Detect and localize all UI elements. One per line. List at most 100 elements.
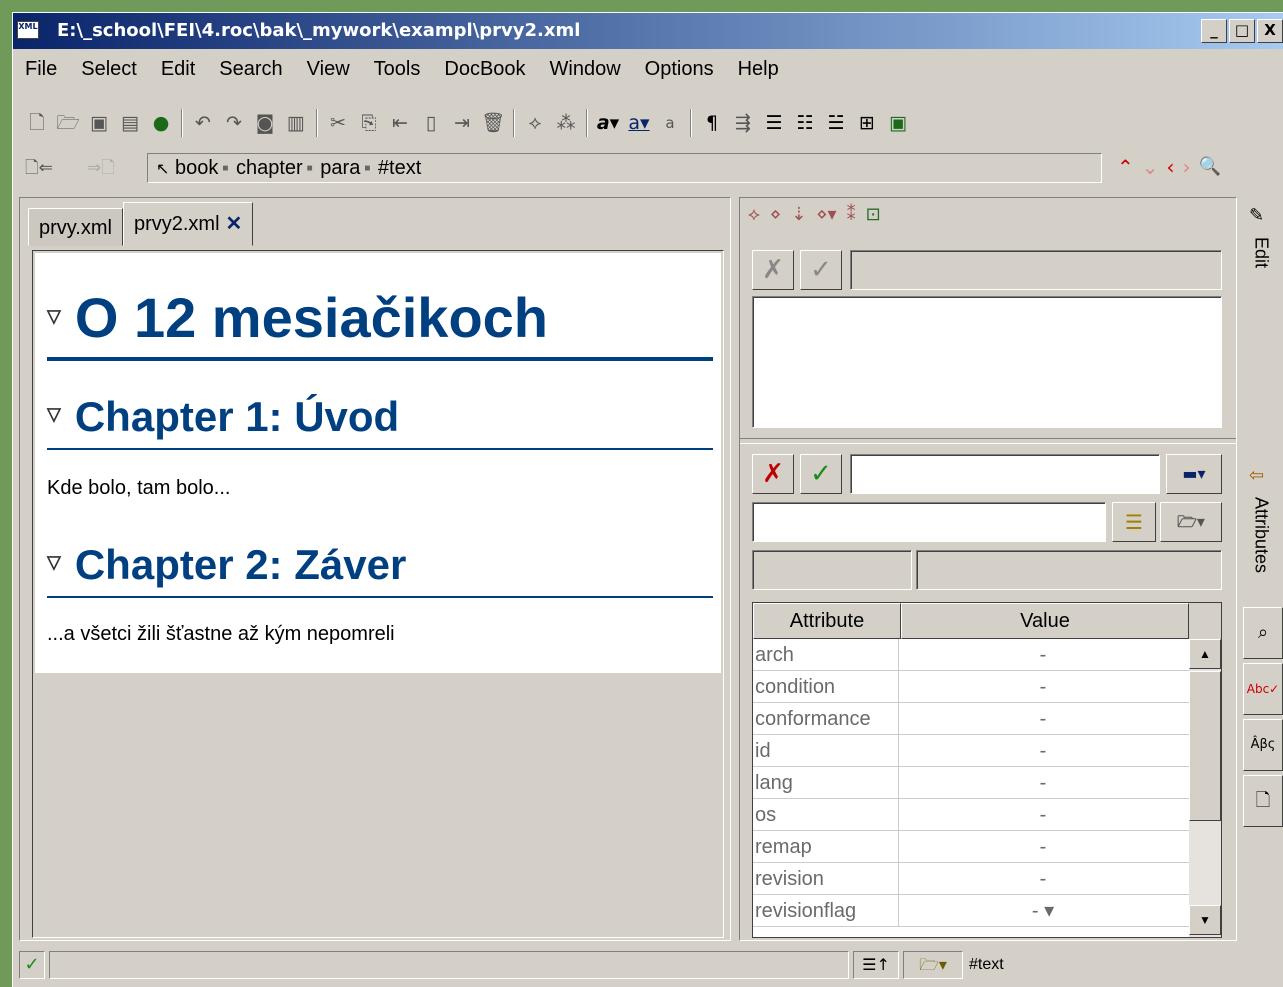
breadcrumb-chapter[interactable]: chapter: [236, 157, 303, 179]
new-document-icon[interactable]: 🗋: [23, 108, 51, 138]
search-icon[interactable]: 🔍: [1199, 153, 1221, 181]
bold-style-icon[interactable]: a▾: [594, 108, 622, 138]
select-parent-icon[interactable]: ⌃: [1117, 153, 1134, 181]
collapse-triangle-icon[interactable]: ▽: [47, 552, 61, 572]
chapter-title[interactable]: ▽ Chapter 2: Záver: [47, 537, 713, 598]
table-row[interactable]: lang -: [753, 767, 1221, 799]
redo-icon[interactable]: ↷: [220, 108, 248, 138]
reject-attribute-button[interactable]: ✗: [752, 454, 794, 494]
attribute-menu-dropdown[interactable]: ▬▾: [1166, 454, 1222, 494]
save-icon[interactable]: ▣: [85, 108, 113, 138]
paragraph[interactable]: ...a všetci žili šťastne až kým nepomrel…: [47, 623, 395, 646]
panel-splitter[interactable]: [740, 438, 1236, 444]
select-next-icon[interactable]: ›: [1183, 153, 1191, 181]
close-button[interactable]: X: [1257, 19, 1283, 43]
breadcrumb-text[interactable]: #text: [378, 157, 421, 179]
menu-view[interactable]: View: [295, 55, 362, 85]
plain-style-icon[interactable]: a: [656, 108, 684, 138]
document-icon[interactable]: ▥: [282, 108, 310, 138]
menu-edit[interactable]: Edit: [149, 55, 207, 85]
minimize-button[interactable]: _: [1201, 19, 1227, 43]
attribute-name-input[interactable]: [752, 502, 1106, 542]
copy-icon[interactable]: ⎘: [355, 108, 383, 138]
join-element-icon[interactable]: ⁂: [552, 108, 580, 138]
definition-list-icon[interactable]: ☱: [822, 108, 850, 138]
convert-element-icon[interactable]: ⁑: [847, 204, 856, 225]
scroll-thumb[interactable]: [1189, 671, 1221, 821]
back-icon[interactable]: 🗋⇐: [25, 155, 53, 184]
indent-icon[interactable]: ⇶: [729, 108, 757, 138]
table-icon[interactable]: ⊞: [853, 108, 881, 138]
validation-icon[interactable]: 🗋: [1243, 775, 1283, 827]
insert-after-icon[interactable]: ⋄▾: [816, 204, 836, 225]
paste-before-icon[interactable]: ⇤: [386, 108, 414, 138]
list-values-icon[interactable]: ☰: [1112, 502, 1156, 542]
find-icon[interactable]: ⌕: [1243, 607, 1283, 659]
collapse-triangle-icon[interactable]: ▽: [47, 306, 61, 326]
accept-attribute-button[interactable]: ✓: [800, 454, 842, 494]
edit-input[interactable]: [850, 250, 1222, 290]
cut-icon[interactable]: ✂: [324, 108, 352, 138]
table-row[interactable]: id -: [753, 735, 1221, 767]
insert-into-icon[interactable]: ⇣: [791, 204, 806, 225]
link-style-icon[interactable]: a▾: [625, 108, 653, 138]
select-previous-icon[interactable]: ‹: [1167, 153, 1175, 181]
chapter-title[interactable]: ▽ Chapter 1: Úvod: [47, 389, 713, 450]
spellcheck-icon[interactable]: Abc✓: [1243, 663, 1283, 715]
maximize-button[interactable]: □: [1229, 19, 1255, 43]
table-row[interactable]: remap -: [753, 831, 1221, 863]
table-row[interactable]: condition -: [753, 671, 1221, 703]
table-row[interactable]: revision -: [753, 863, 1221, 895]
paragraph-icon[interactable]: ¶: [698, 108, 726, 138]
folder-dropdown-icon[interactable]: 🗁▾: [903, 951, 963, 979]
tab-prvy-xml[interactable]: prvy.xml: [28, 208, 123, 246]
collapse-triangle-icon[interactable]: ▽: [47, 404, 61, 424]
menu-help[interactable]: Help: [726, 55, 791, 85]
open-file-dropdown[interactable]: 🗁▾: [1160, 502, 1222, 542]
tab-prvy2-xml[interactable]: prvy2.xml ✕: [122, 202, 254, 246]
scroll-up-icon[interactable]: ▲: [1189, 639, 1221, 669]
scroll-down-icon[interactable]: ▼: [1189, 905, 1221, 935]
accept-edit-button[interactable]: ✓: [800, 250, 842, 290]
reject-edit-button[interactable]: ✗: [752, 250, 794, 290]
insert-element-icon[interactable]: ⟡: [748, 204, 760, 225]
breadcrumb-para[interactable]: para: [320, 157, 360, 179]
column-value[interactable]: Value: [901, 603, 1189, 639]
menu-select[interactable]: Select: [69, 55, 149, 85]
close-tab-icon[interactable]: ✕: [226, 213, 243, 235]
table-row[interactable]: os -: [753, 799, 1221, 831]
bullet-list-icon[interactable]: ☰: [760, 108, 788, 138]
paragraph[interactable]: Kde bolo, tam bolo...: [47, 477, 230, 500]
side-tab-attributes[interactable]: ⇦ Attributes: [1241, 463, 1281, 603]
numbered-list-icon[interactable]: ☷: [791, 108, 819, 138]
insert-before-icon[interactable]: ⋄: [770, 204, 781, 225]
table-row[interactable]: revisionflag - ▾: [753, 895, 1221, 927]
menu-options[interactable]: Options: [633, 55, 726, 85]
menu-search[interactable]: Search: [207, 55, 294, 85]
menu-file[interactable]: File: [13, 55, 69, 85]
document-content[interactable]: ▽ O 12 mesiačikoch ▽ Chapter 1: Úvod Kde b…: [35, 253, 721, 673]
edit-list[interactable]: [752, 296, 1222, 428]
image-icon[interactable]: ▣: [884, 108, 912, 138]
attribute-value-input[interactable]: [850, 454, 1160, 494]
delete-icon[interactable]: 🗑: [479, 108, 507, 138]
menu-window[interactable]: Window: [538, 55, 633, 85]
column-attribute[interactable]: Attribute: [753, 603, 901, 639]
table-row[interactable]: conformance -: [753, 703, 1221, 735]
align-top-icon[interactable]: ☰↑: [853, 951, 899, 979]
characters-icon[interactable]: Âβς: [1243, 719, 1283, 771]
attributes-scrollbar[interactable]: ▲ ▼: [1189, 639, 1221, 937]
menu-docbook[interactable]: DocBook: [432, 55, 537, 85]
document-view[interactable]: ▽ O 12 mesiačikoch ▽ Chapter 1: Úvod Kde b…: [32, 250, 724, 938]
book-title[interactable]: ▽ O 12 mesiačikoch: [47, 283, 713, 362]
browser-preview-icon[interactable]: ●: [147, 108, 175, 138]
menu-tools[interactable]: Tools: [362, 55, 433, 85]
paste-icon[interactable]: ▯: [417, 108, 445, 138]
save-all-icon[interactable]: ▤: [116, 108, 144, 138]
wrap-element-icon[interactable]: ⊡: [866, 204, 881, 225]
forward-icon[interactable]: ⇒🗋: [87, 155, 115, 184]
table-row[interactable]: arch -: [753, 639, 1221, 671]
side-tab-edit[interactable]: ✎ Edit: [1241, 203, 1281, 293]
undo-icon[interactable]: ↶: [189, 108, 217, 138]
select-child-icon[interactable]: ⌄: [1142, 153, 1159, 181]
